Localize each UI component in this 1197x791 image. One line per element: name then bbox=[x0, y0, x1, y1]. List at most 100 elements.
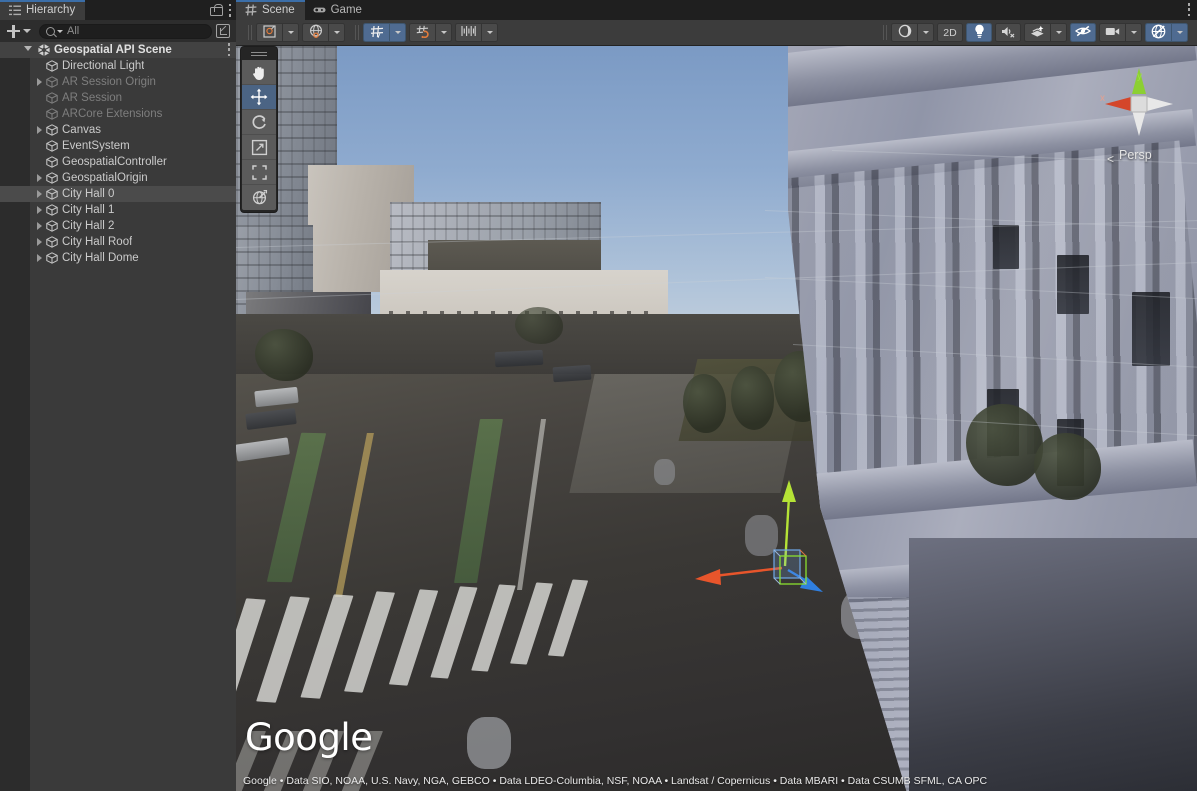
expand-toggle[interactable] bbox=[34, 74, 45, 90]
expand-toggle[interactable] bbox=[34, 170, 45, 186]
expand-toggle[interactable] bbox=[34, 186, 45, 202]
tab-hierarchy[interactable]: Hierarchy bbox=[0, 0, 85, 20]
grid-snap-group bbox=[409, 23, 452, 42]
gizmo-x-cone bbox=[1105, 97, 1131, 111]
hierarchy-scene-root[interactable]: Geospatial API Scene bbox=[0, 42, 236, 58]
hierarchy-item-label: GeospatialOrigin bbox=[62, 172, 148, 184]
hierarchy-item-eventsystem[interactable]: EventSystem bbox=[0, 138, 236, 154]
hierarchy-item-city-hall-roof[interactable]: City Hall Roof bbox=[0, 234, 236, 250]
chevron-down-icon bbox=[23, 29, 31, 33]
window-dark-5 bbox=[1132, 292, 1170, 367]
hidden-objects-toggle[interactable] bbox=[1070, 23, 1096, 42]
hierarchy-item-ar-session-origin[interactable]: AR Session Origin bbox=[0, 74, 236, 90]
gameobject-icon bbox=[45, 60, 59, 73]
gizmo-arrow-x bbox=[695, 569, 721, 585]
tab-scene[interactable]: Scene bbox=[236, 0, 305, 20]
grid-snap-dropdown[interactable] bbox=[435, 23, 452, 42]
hierarchy-item-arcore-extensions[interactable]: ARCore Extensions bbox=[0, 106, 236, 122]
hierarchy-item-label: City Hall 1 bbox=[62, 204, 114, 216]
2d-toggle[interactable]: 2D bbox=[937, 23, 963, 42]
expand-toggle[interactable] bbox=[34, 218, 45, 234]
hierarchy-panel: Hierarchy Geospatial API SceneDirectiona… bbox=[0, 0, 236, 791]
pivot-dropdown[interactable] bbox=[282, 23, 299, 42]
search-field[interactable] bbox=[39, 24, 212, 39]
scene-context-menu-icon[interactable] bbox=[227, 43, 231, 56]
hierarchy-item-city-hall-dome[interactable]: City Hall Dome bbox=[0, 250, 236, 266]
hierarchy-tree: Geospatial API SceneDirectional LightAR … bbox=[0, 42, 236, 266]
hierarchy-item-directional-light[interactable]: Directional Light bbox=[0, 58, 236, 74]
scene-viewport[interactable]: y x < Persp bbox=[236, 46, 1197, 791]
hierarchy-tree-body[interactable]: Geospatial API SceneDirectional LightAR … bbox=[0, 42, 236, 791]
pivot-toggle[interactable] bbox=[256, 23, 282, 42]
search-filter-chevron-icon[interactable] bbox=[57, 30, 63, 33]
snap-increment-dropdown[interactable] bbox=[481, 23, 498, 42]
scene-window-menu-icon[interactable] bbox=[1187, 3, 1191, 16]
gameobject-icon bbox=[45, 172, 59, 185]
grid-axis-dropdown[interactable] bbox=[389, 23, 406, 42]
expand-toggle[interactable] bbox=[34, 122, 45, 138]
window-dark-1 bbox=[993, 225, 1020, 270]
scene-camera-button[interactable] bbox=[1099, 23, 1125, 42]
scene-orientation-gizmo[interactable]: y x < Persp bbox=[1095, 60, 1183, 165]
transform-move-gizmo[interactable] bbox=[682, 466, 842, 596]
hierarchy-item-ar-session[interactable]: AR Session bbox=[0, 90, 236, 106]
fx-dropdown[interactable] bbox=[1050, 23, 1067, 42]
scene-toolbar: y bbox=[236, 20, 1197, 46]
expand-toggle[interactable] bbox=[34, 250, 45, 266]
gameobject-icon bbox=[45, 124, 59, 137]
expand-toggle[interactable] bbox=[34, 234, 45, 250]
eye-slash-icon bbox=[1075, 25, 1091, 40]
scene-view-options: 2D bbox=[876, 23, 1191, 42]
move-tool[interactable] bbox=[242, 85, 276, 110]
search-input[interactable] bbox=[67, 25, 205, 38]
scene-audio-toggle[interactable] bbox=[995, 23, 1021, 42]
create-object-button[interactable] bbox=[5, 25, 33, 38]
gizmo-right-cone bbox=[1147, 97, 1173, 111]
draw-mode-dropdown[interactable] bbox=[917, 23, 934, 42]
grid-axis-toggle[interactable]: y bbox=[363, 23, 389, 42]
lock-icon[interactable] bbox=[210, 4, 221, 16]
hierarchy-toolbar bbox=[0, 20, 236, 42]
rotate-tool[interactable] bbox=[242, 110, 276, 135]
draw-mode-group bbox=[891, 23, 934, 42]
open-in-panel-icon[interactable] bbox=[216, 24, 230, 38]
hierarchy-item-geospatialcontroller[interactable]: GeospatialController bbox=[0, 154, 236, 170]
handle-space-toggle[interactable] bbox=[302, 23, 328, 42]
draw-mode-button[interactable] bbox=[891, 23, 917, 42]
hierarchy-item-geospatialorigin[interactable]: GeospatialOrigin bbox=[0, 170, 236, 186]
gizmos-toggle[interactable] bbox=[1145, 23, 1171, 42]
hierarchy-item-city-hall-2[interactable]: City Hall 2 bbox=[0, 218, 236, 234]
2d-toggle-label: 2D bbox=[943, 27, 956, 39]
hierarchy-item-city-hall-0[interactable]: City Hall 0 bbox=[0, 186, 236, 202]
gamepad-icon bbox=[313, 4, 326, 17]
grid-snap-toggle[interactable] bbox=[409, 23, 435, 42]
scene-lighting-toggle[interactable] bbox=[966, 23, 992, 42]
grid-y-icon: y bbox=[370, 25, 384, 41]
shaded-sphere-icon bbox=[898, 24, 912, 41]
hierarchy-icon bbox=[8, 4, 21, 17]
projection-mode-label[interactable]: Persp bbox=[1119, 148, 1152, 162]
handle-space-dropdown[interactable] bbox=[328, 23, 345, 42]
effects-icon bbox=[1030, 25, 1045, 41]
hierarchy-item-canvas[interactable]: Canvas bbox=[0, 122, 236, 138]
gizmos-dropdown[interactable] bbox=[1171, 23, 1188, 42]
rect-tool[interactable] bbox=[242, 160, 276, 185]
handle-space-group bbox=[302, 23, 345, 42]
hand-tool[interactable] bbox=[242, 60, 276, 85]
tab-game[interactable]: Game bbox=[305, 0, 372, 20]
gizmo-x-label: x bbox=[1100, 93, 1105, 104]
expand-toggle bbox=[34, 106, 45, 122]
transform-tool[interactable] bbox=[242, 185, 276, 210]
hierarchy-item-city-hall-1[interactable]: City Hall 1 bbox=[0, 202, 236, 218]
scene-expand-toggle[interactable] bbox=[22, 42, 33, 58]
scene-camera-dropdown[interactable] bbox=[1125, 23, 1142, 42]
hierarchy-menu-icon[interactable] bbox=[228, 4, 232, 17]
expand-toggle[interactable] bbox=[34, 202, 45, 218]
drag-handle-icon[interactable] bbox=[251, 51, 267, 57]
scale-tool[interactable] bbox=[242, 135, 276, 160]
tree-4 bbox=[255, 329, 313, 381]
snap-increment-button[interactable] bbox=[455, 23, 481, 42]
selection-wireframe bbox=[774, 550, 806, 584]
fx-toggle[interactable] bbox=[1024, 23, 1050, 42]
expand-toggle bbox=[34, 138, 45, 154]
